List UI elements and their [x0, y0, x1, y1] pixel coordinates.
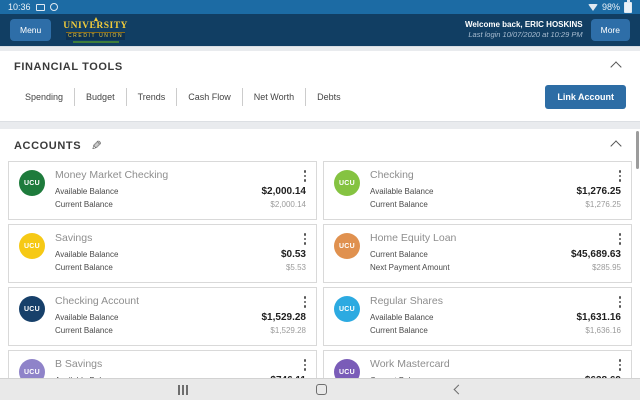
kebab-menu-icon[interactable] — [615, 230, 626, 248]
screenshot-icon — [36, 4, 45, 11]
row2-label: Current Balance — [370, 199, 428, 211]
row1-value: $1,529.28 — [262, 310, 307, 325]
logo-tagline-bar — [73, 41, 119, 43]
more-button[interactable]: More — [591, 19, 630, 41]
logo-credit-union: CREDIT UNION — [66, 32, 125, 40]
accounts-panel: ACCOUNTS ✎ UCU Money Market Checking Ava… — [0, 129, 640, 400]
home-icon — [316, 384, 327, 395]
accounts-title: ACCOUNTS — [14, 140, 81, 152]
kebab-menu-icon[interactable] — [615, 293, 626, 311]
row2-value: $2,000.14 — [270, 199, 306, 211]
account-card[interactable]: UCU Regular Shares Available Balance $1,… — [323, 287, 632, 346]
account-name: B Savings — [55, 358, 306, 370]
status-bar: 10:36 98% — [0, 0, 640, 14]
tab-spending[interactable]: Spending — [14, 88, 75, 106]
home-button[interactable] — [316, 379, 327, 400]
ucu-logo: UNIVERSITY CREDIT UNION — [63, 17, 128, 44]
row2-label: Current Balance — [55, 262, 113, 274]
tab-budget[interactable]: Budget — [75, 88, 127, 106]
account-name: Checking — [370, 169, 621, 181]
row2-value: $1,276.25 — [585, 199, 621, 211]
tab-trends[interactable]: Trends — [127, 88, 178, 106]
row2-value: $1,529.28 — [270, 325, 306, 337]
wifi-icon — [588, 4, 598, 11]
edit-pencil-icon[interactable]: ✎ — [91, 139, 102, 152]
row2-value: $1,636.16 — [585, 325, 621, 337]
logo-university: UNIVERSITY — [63, 22, 128, 32]
kebab-menu-icon[interactable] — [300, 167, 311, 185]
account-badge: UCU — [19, 170, 45, 196]
recent-apps-button[interactable] — [178, 379, 188, 400]
row1-value: $0.53 — [281, 247, 306, 262]
back-button[interactable] — [455, 379, 462, 400]
collapse-chevron-icon[interactable] — [610, 140, 621, 151]
row2-label: Current Balance — [55, 199, 113, 211]
financial-tools-title: FINANCIAL TOOLS — [14, 61, 123, 73]
account-badge: UCU — [334, 233, 360, 259]
account-card[interactable]: UCU Savings Available Balance $0.53 Curr… — [8, 224, 317, 283]
tab-cash-flow[interactable]: Cash Flow — [177, 88, 243, 106]
kebab-menu-icon[interactable] — [300, 230, 311, 248]
account-badge: UCU — [19, 296, 45, 322]
row1-label: Available Balance — [370, 312, 433, 324]
row1-label: Available Balance — [55, 186, 118, 198]
accounts-grid: UCU Money Market Checking Available Bala… — [0, 152, 640, 400]
clock-time: 10:36 — [8, 2, 31, 12]
financial-tools-tabs: SpendingBudgetTrendsCash FlowNet WorthDe… — [14, 88, 352, 106]
battery-percent: 98% — [602, 2, 620, 12]
collapse-chevron-icon[interactable] — [610, 61, 621, 72]
row1-label: Current Balance — [370, 249, 428, 261]
row2-value: $5.53 — [286, 262, 306, 274]
android-nav-bar — [0, 378, 640, 400]
account-badge: UCU — [334, 296, 360, 322]
account-name: Work Mastercard — [370, 358, 621, 370]
account-name: Savings — [55, 232, 306, 244]
row1-value: $1,276.25 — [577, 184, 622, 199]
row1-value: $2,000.14 — [262, 184, 307, 199]
row2-label: Current Balance — [370, 325, 428, 337]
welcome-text: Welcome back, ERIC HOSKINS — [465, 20, 583, 31]
welcome-block: Welcome back, ERIC HOSKINS Last login 10… — [465, 20, 583, 41]
account-card[interactable]: UCU Home Equity Loan Current Balance $45… — [323, 224, 632, 283]
battery-icon — [624, 2, 632, 13]
row1-label: Available Balance — [55, 249, 118, 261]
row1-label: Available Balance — [55, 312, 118, 324]
account-card[interactable]: UCU Checking Account Available Balance $… — [8, 287, 317, 346]
account-badge: UCU — [334, 170, 360, 196]
kebab-menu-icon[interactable] — [615, 356, 626, 374]
financial-tools-panel: FINANCIAL TOOLS SpendingBudgetTrendsCash… — [0, 51, 640, 122]
account-name: Money Market Checking — [55, 169, 306, 181]
notification-icon — [50, 3, 58, 11]
menu-button[interactable]: Menu — [10, 19, 51, 41]
app-header: Menu UNIVERSITY CREDIT UNION Welcome bac… — [0, 14, 640, 47]
row1-value: $45,689.63 — [571, 247, 621, 262]
kebab-menu-icon[interactable] — [300, 293, 311, 311]
account-name: Checking Account — [55, 295, 306, 307]
account-name: Home Equity Loan — [370, 232, 621, 244]
account-card[interactable]: UCU Checking Available Balance $1,276.25… — [323, 161, 632, 220]
row1-label: Available Balance — [370, 186, 433, 198]
account-name: Regular Shares — [370, 295, 621, 307]
row2-value: $285.95 — [592, 262, 621, 274]
row2-label: Current Balance — [55, 325, 113, 337]
tab-net-worth[interactable]: Net Worth — [243, 88, 306, 106]
scrollbar-thumb[interactable] — [636, 131, 639, 169]
row2-label: Next Payment Amount — [370, 262, 450, 274]
link-account-button[interactable]: Link Account — [545, 85, 626, 109]
row1-value: $1,631.16 — [577, 310, 622, 325]
last-login-text: Last login 10/07/2020 at 10:29 PM — [465, 30, 583, 40]
account-badge: UCU — [19, 233, 45, 259]
tab-debts[interactable]: Debts — [306, 88, 352, 106]
recent-apps-icon — [178, 385, 188, 395]
account-card[interactable]: UCU Money Market Checking Available Bala… — [8, 161, 317, 220]
back-icon — [453, 385, 463, 395]
kebab-menu-icon[interactable] — [615, 167, 626, 185]
kebab-menu-icon[interactable] — [300, 356, 311, 374]
